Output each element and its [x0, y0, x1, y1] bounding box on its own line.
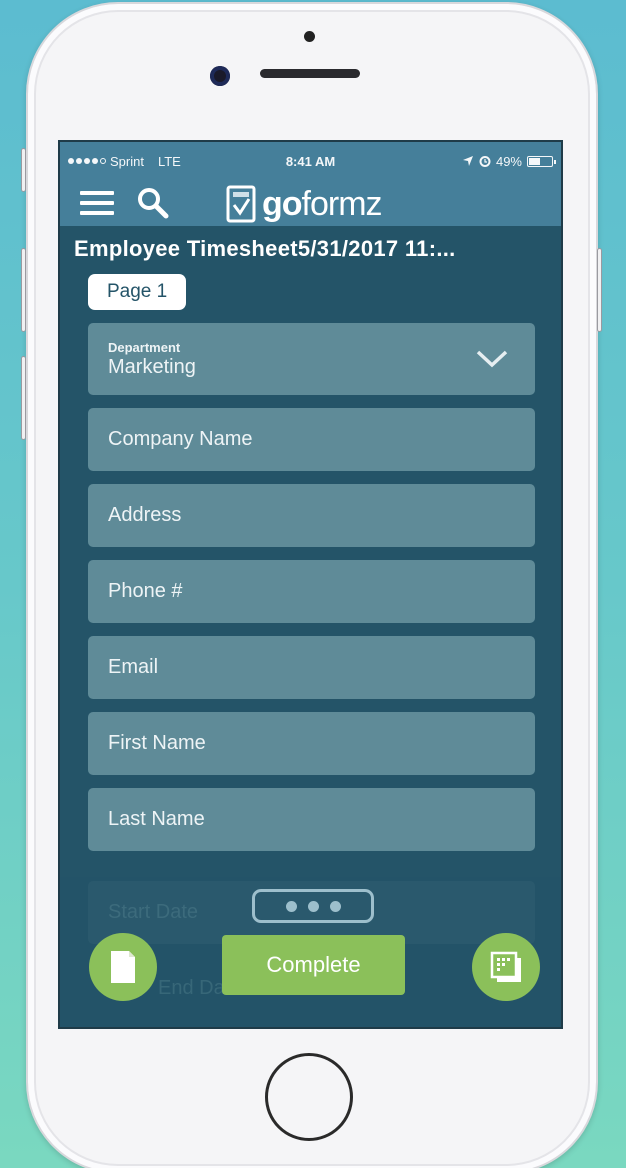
mute-switch	[21, 148, 26, 192]
field-placeholder: Phone #	[108, 580, 183, 602]
bottom-toolbar: Start Date End Date Complete	[60, 877, 561, 1027]
field-placeholder: Email	[108, 656, 159, 678]
field-placeholder: First Name	[108, 732, 206, 754]
document-button[interactable]	[89, 933, 157, 1001]
form-check-icon	[226, 185, 256, 223]
form-fields: Department Marketing Company Name Addres…	[60, 323, 561, 851]
page-tab[interactable]: Page 1	[88, 274, 187, 310]
goformz-logo: goformz	[226, 185, 383, 223]
power-button	[597, 248, 602, 332]
company-name-field[interactable]: Company Name	[88, 408, 535, 471]
logo-text-formz: formz	[301, 185, 383, 223]
department-label: Department	[108, 339, 181, 355]
network-type: LTE	[157, 153, 181, 169]
volume-down-button	[21, 356, 26, 440]
location-icon	[462, 156, 473, 166]
more-dot	[307, 900, 319, 912]
department-value: Marketing	[108, 355, 196, 378]
signal-strength-icon	[68, 158, 106, 164]
alarm-icon	[479, 156, 491, 167]
front-camera	[210, 66, 230, 86]
field-placeholder: Start Date	[108, 901, 199, 923]
more-dot	[285, 900, 297, 912]
complete-button[interactable]: Complete	[222, 935, 405, 995]
more-options-button[interactable]	[252, 889, 374, 923]
last-name-field[interactable]: Last Name	[88, 788, 535, 851]
document-icon	[111, 951, 135, 983]
status-bar: Sprint LTE 8:41 AM 49%	[60, 142, 561, 180]
app-screen: Sprint LTE 8:41 AM 49% goformz Employee …	[58, 140, 563, 1029]
form-title: Employee Timesheet5/31/2017 11:...	[74, 236, 456, 261]
carrier-name: Sprint	[110, 153, 144, 169]
earpiece-speaker	[260, 69, 360, 78]
battery-percent: 49%	[495, 153, 522, 169]
app-navbar: goformz	[60, 180, 561, 226]
proximity-sensor	[304, 31, 315, 42]
search-icon[interactable]	[136, 186, 170, 220]
hamburger-menu-icon[interactable]	[80, 188, 114, 218]
volume-up-button	[21, 248, 26, 332]
email-field[interactable]: Email	[88, 636, 535, 699]
address-field[interactable]: Address	[88, 484, 535, 547]
field-placeholder: Last Name	[108, 808, 205, 830]
pages-button[interactable]	[472, 933, 540, 1001]
logo-text-go: go	[262, 185, 303, 223]
field-placeholder: Address	[108, 504, 182, 526]
pages-grid-icon	[490, 951, 521, 982]
field-placeholder: Company Name	[108, 428, 253, 450]
first-name-field[interactable]: First Name	[88, 712, 535, 775]
home-button[interactable]	[265, 1053, 353, 1141]
battery-icon	[527, 155, 556, 167]
chevron-down-icon	[476, 350, 508, 368]
phone-field[interactable]: Phone #	[88, 560, 535, 623]
more-dot	[329, 900, 341, 912]
department-dropdown[interactable]: Department Marketing	[88, 323, 535, 395]
